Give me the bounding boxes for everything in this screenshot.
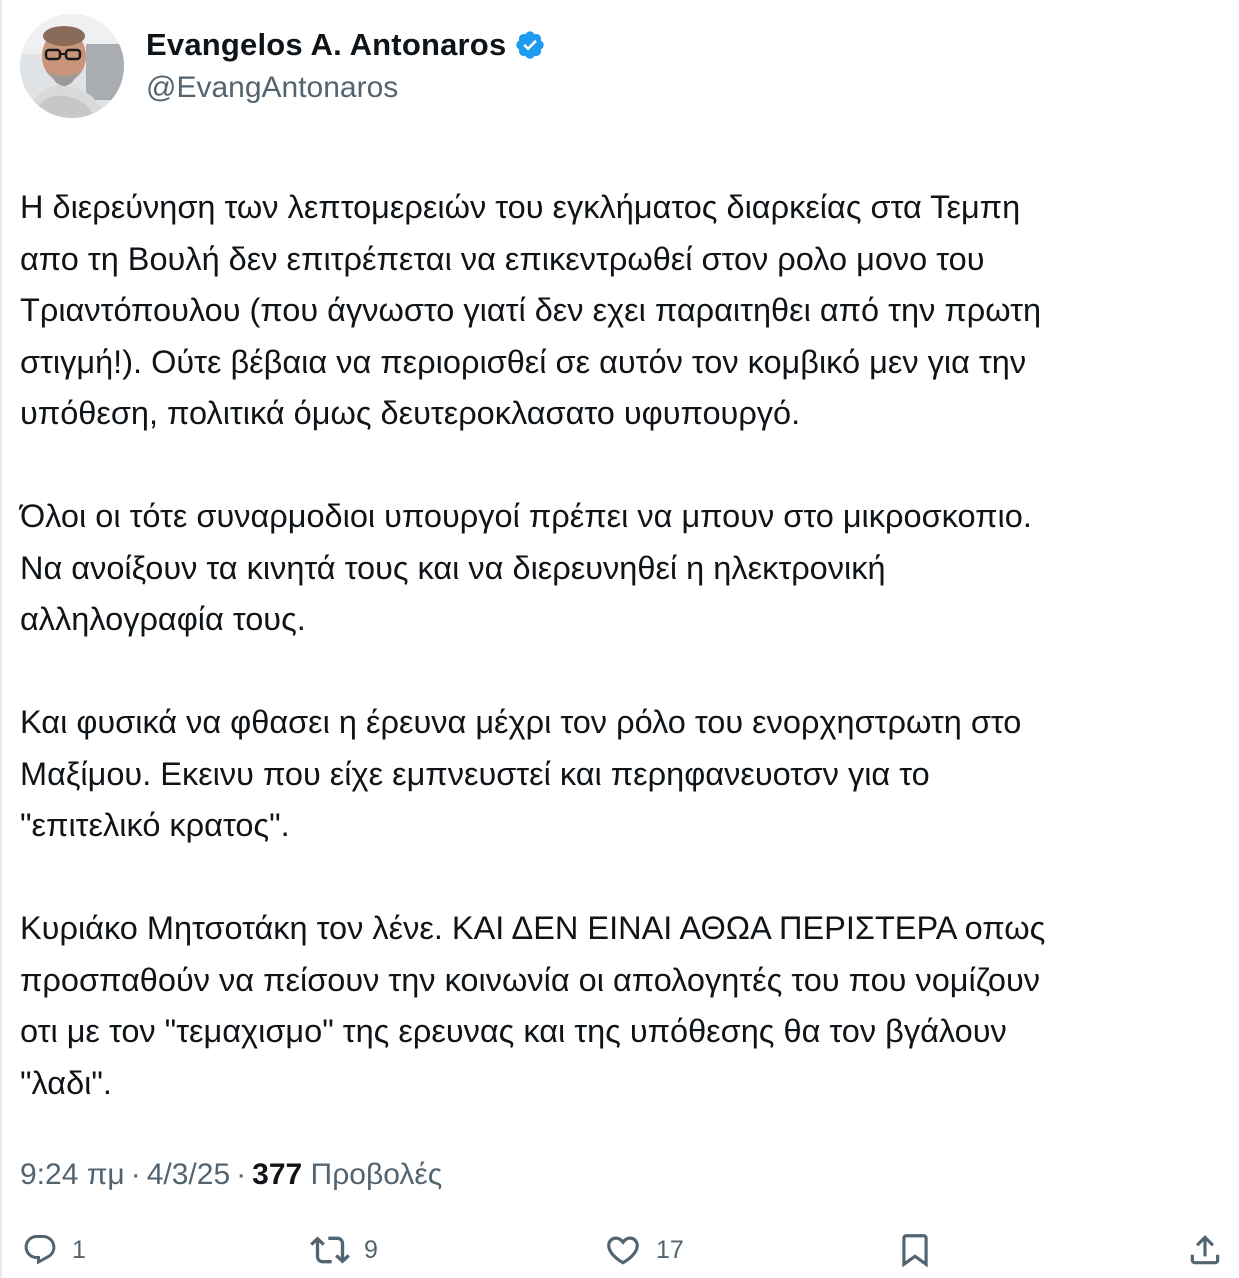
avatar-image bbox=[20, 14, 124, 118]
repost-icon bbox=[310, 1236, 350, 1264]
views-label: Προβολές bbox=[310, 1158, 443, 1191]
verified-badge-icon[interactable] bbox=[514, 29, 546, 61]
left-border bbox=[0, 0, 2, 1278]
reply-button[interactable]: 1 bbox=[22, 1230, 86, 1270]
share-button[interactable] bbox=[1186, 1230, 1224, 1270]
author-handle[interactable]: @EvangAntonaros bbox=[146, 67, 546, 109]
tweet-paragraph: Και φυσικά να φθασει η έρευνα μέχρι τον … bbox=[20, 704, 1022, 843]
meta-separator: · bbox=[236, 1158, 247, 1191]
tweet-paragraph: Κυριάκο Μητσοτάκη τον λένε. ΚΑΙ ΔΕΝ ΕΙΝΑ… bbox=[20, 910, 1046, 1101]
share-icon bbox=[1190, 1235, 1220, 1265]
author-info: Evangelos A. Antonaros @EvangAntonaros bbox=[146, 23, 546, 109]
reply-icon bbox=[24, 1235, 56, 1265]
bookmark-button[interactable] bbox=[896, 1230, 934, 1270]
tweet-text: Η διερεύνηση των λεπτομερειών του εγκλήμ… bbox=[20, 182, 1225, 1109]
like-button[interactable]: 17 bbox=[604, 1230, 684, 1270]
tweet-header: Evangelos A. Antonaros @EvangAntonaros bbox=[20, 14, 546, 118]
bookmark-icon bbox=[902, 1234, 928, 1268]
like-count: 17 bbox=[656, 1235, 684, 1264]
display-name[interactable]: Evangelos A. Antonaros bbox=[146, 27, 506, 63]
avatar[interactable] bbox=[20, 14, 124, 118]
like-icon bbox=[607, 1236, 639, 1265]
tweet-time[interactable]: 9:24 πμ bbox=[20, 1158, 125, 1191]
reply-count: 1 bbox=[72, 1235, 86, 1264]
tweet-paragraph: Όλοι οι τότε συναρμοδιοι υπουργοί πρέπει… bbox=[20, 498, 1032, 637]
views-count: 377 bbox=[252, 1158, 303, 1191]
tweet-meta: 9:24 πμ · 4/3/25 · 377 Προβολές bbox=[20, 1153, 442, 1197]
action-bar: 1 9 17 bbox=[0, 1222, 1239, 1278]
repost-count: 9 bbox=[364, 1235, 378, 1264]
repost-button[interactable]: 9 bbox=[310, 1230, 378, 1270]
meta-separator: · bbox=[130, 1158, 141, 1191]
tweet-date[interactable]: 4/3/25 bbox=[147, 1158, 230, 1191]
name-row: Evangelos A. Antonaros bbox=[146, 23, 546, 67]
tweet-paragraph: Η διερεύνηση των λεπτομερειών του εγκλήμ… bbox=[20, 189, 1042, 431]
